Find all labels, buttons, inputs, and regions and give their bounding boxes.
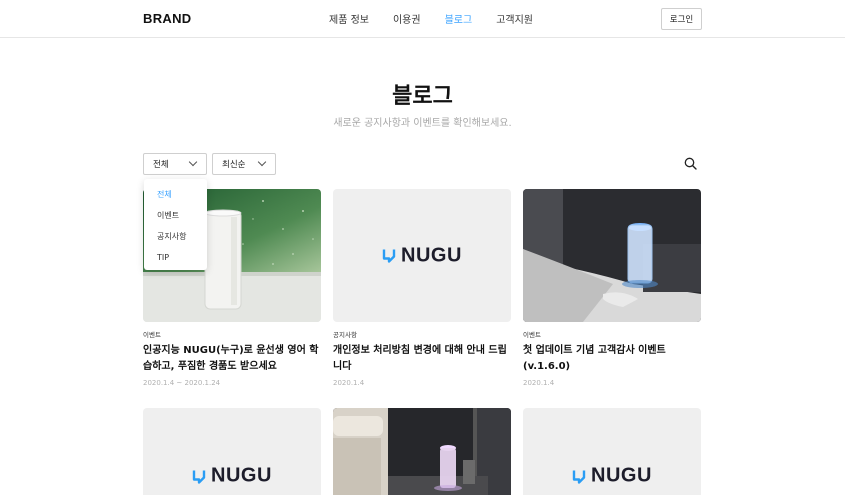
page-subtitle: 새로운 공지사항과 이벤트를 확인해보세요. [333,118,512,129]
nugu-logo-text: NUGU [591,464,652,487]
nugu-logo: NUGU [523,465,701,488]
category-option-all[interactable]: 전체 [144,184,207,205]
category-option-tip[interactable]: TIP [144,247,207,268]
post-card[interactable] [333,408,511,495]
post-card[interactable]: NUGU 공지사항 개인정보 처리방침 변경에 대해 안내 드립 니다 2020… [333,189,511,387]
sort-select-value: 최신순 [222,160,246,170]
brand-logo[interactable]: BRAND [143,11,191,26]
post-card[interactable]: 이벤트 첫 업데이트 기념 고객감사 이벤트 (v.1.6.0) 2020.1.… [523,189,701,387]
nav-item-pricing[interactable]: 이용권 [393,11,421,26]
category-select-value: 전체 [153,160,169,170]
nugu-logo-text: NUGU [401,244,462,266]
post-thumbnail-nugu-logo[interactable]: NUGU [333,189,511,322]
chevron-down-icon [257,157,267,167]
post-thumbnail-speaker-bedside[interactable] [523,189,701,322]
nav-item-support[interactable]: 고객지원 [496,11,533,26]
login-button[interactable]: 로그인 [661,8,702,30]
post-title[interactable]: 인공지능 NUGU(누구)로 윤선생 영어 학 습하고, 푸짐한 경품도 받으세… [143,343,321,375]
post-category: 이벤트 [523,331,541,339]
category-option-event[interactable]: 이벤트 [144,205,207,226]
post-thumbnail-nugu-logo[interactable]: NUGU [143,408,321,495]
post-card[interactable]: NUGU [143,408,321,495]
post-title[interactable]: 개인정보 처리방침 변경에 대해 안내 드립 니다 [333,343,511,375]
post-date: 2020.1.4 [333,379,365,387]
category-dropdown-menu: 전체 이벤트 공지사항 TIP [144,179,207,270]
nav-item-products[interactable]: 제품 정보 [329,11,369,26]
post-title-line: 개인정보 처리방침 변경에 대해 안내 드립 [333,345,507,356]
post-title-line: 니다 [333,361,352,372]
post-card[interactable]: NUGU [523,408,701,495]
chevron-down-icon [188,157,198,167]
category-select[interactable]: 전체 [143,153,207,175]
nugu-logo-text: NUGU [211,464,272,487]
post-title[interactable]: 첫 업데이트 기념 고객감사 이벤트 (v.1.6.0) [523,343,701,375]
top-navigation-bar: BRAND 제품 정보 이용권 블로그 고객지원 로그인 [0,0,845,38]
post-title-line: 인공지능 NUGU(누구)로 윤선생 영어 학 [143,345,319,356]
category-option-notice[interactable]: 공지사항 [144,226,207,247]
sort-select[interactable]: 최신순 [212,153,276,175]
nugu-logo: NUGU [143,465,321,488]
post-thumbnail-nugu-logo[interactable]: NUGU [523,408,701,495]
main-nav: 제품 정보 이용권 블로그 고객지원 [329,11,533,26]
search-icon[interactable] [684,157,697,170]
nugu-mark-icon [192,470,206,484]
nugu-mark-icon [382,249,396,263]
post-thumbnail-speaker-bedroom[interactable] [333,408,511,495]
post-category: 이벤트 [143,331,161,339]
post-category: 공지사항 [333,331,357,339]
post-title-line: 습하고, 푸짐한 경품도 받으세요 [143,361,277,372]
post-title-line: (v.1.6.0) [523,361,571,372]
nugu-mark-icon [572,470,586,484]
page-title: 블로그 [392,84,453,109]
post-date: 2020.1.4 [523,379,555,387]
nav-item-blog[interactable]: 블로그 [445,11,473,26]
post-date: 2020.1.4 ~ 2020.1.24 [143,379,221,387]
nugu-logo: NUGU [333,244,511,267]
post-title-line: 첫 업데이트 기념 고객감사 이벤트 [523,345,666,356]
